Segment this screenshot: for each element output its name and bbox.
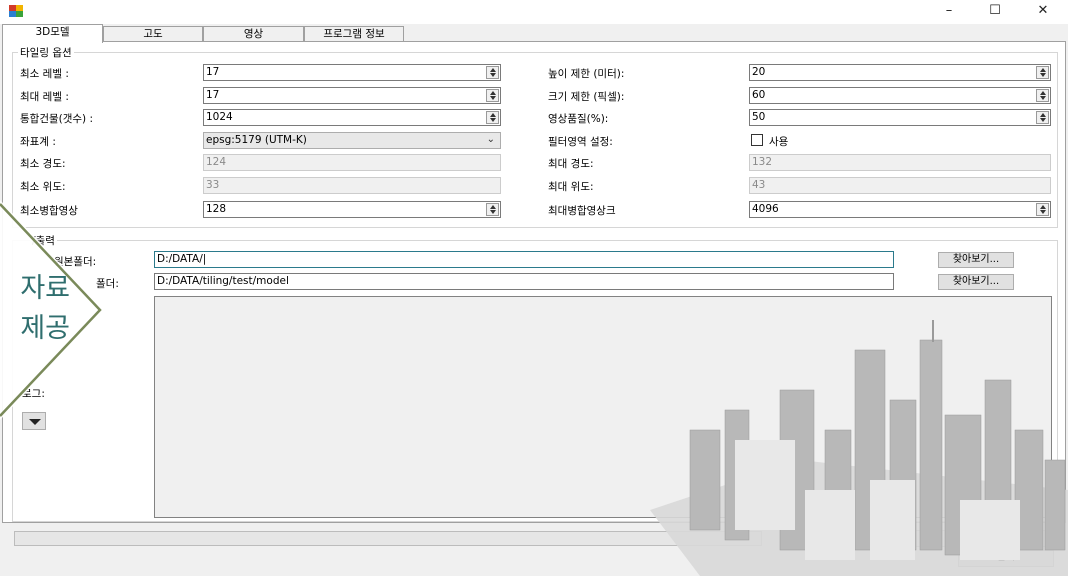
spinner-icon[interactable] (1036, 111, 1049, 124)
min-merge-image-field[interactable]: 128 (203, 201, 501, 218)
size-limit-label: 크기 제한 (픽셀): (548, 91, 625, 103)
min-lon-value: 124 (206, 156, 227, 168)
max-lon-field: 132 (749, 154, 1051, 171)
min-lon-label: 최소 경도: (20, 158, 66, 170)
min-lat-field: 33 (203, 177, 501, 194)
spinner-icon[interactable] (1036, 203, 1049, 216)
max-merge-image-label: 최대병합영상크 (548, 205, 616, 217)
max-lon-label: 최대 경도: (548, 158, 594, 170)
tab-image[interactable]: 영상 (203, 26, 304, 42)
max-lat-label: 최대 위도: (548, 181, 594, 193)
image-quality-field[interactable]: 50 (749, 109, 1051, 126)
image-quality-label: 영상품질(%): (548, 113, 609, 125)
minimize-button[interactable]: – (926, 0, 972, 24)
filter-area-checkbox[interactable] (751, 134, 763, 146)
max-merge-image-field[interactable]: 4096 (749, 201, 1051, 218)
height-limit-value: 20 (752, 66, 766, 78)
city-illustration (650, 320, 1068, 576)
max-merge-image-value: 4096 (752, 203, 779, 215)
source-folder-input[interactable]: D:/DATA/| (154, 251, 894, 268)
crs-dropdown[interactable]: epsg:5179 (UTM-K) ⌄ (203, 132, 501, 149)
max-level-value: 17 (206, 89, 220, 101)
min-lat-label: 최소 위도: (20, 181, 66, 193)
merge-buildings-field[interactable]: 1024 (203, 109, 501, 126)
output-folder-input[interactable]: D:/DATA/tiling/test/model (154, 273, 894, 290)
chevron-down-icon: ⌄ (486, 134, 495, 145)
tiling-options-title: 타일링 옵션 (18, 45, 74, 60)
min-level-field[interactable]: 17 (203, 64, 501, 81)
max-lat-field: 43 (749, 177, 1051, 194)
min-lat-value: 33 (206, 179, 220, 191)
max-lon-value: 132 (752, 156, 773, 168)
max-level-field[interactable]: 17 (203, 87, 501, 104)
min-lon-field: 124 (203, 154, 501, 171)
max-level-label: 최대 레벨 : (20, 91, 69, 103)
tab-3d-model[interactable]: 3D모델 (2, 24, 103, 43)
spinner-icon[interactable] (486, 66, 499, 79)
size-limit-value: 60 (752, 89, 766, 101)
tab-strip: 3D모델 고도 영상 프로그램 정보 (0, 24, 1068, 43)
app-icon (9, 5, 23, 17)
spinner-icon[interactable] (1036, 66, 1049, 79)
merge-buildings-value: 1024 (206, 111, 233, 123)
min-level-value: 17 (206, 66, 220, 78)
source-folder-value: D:/DATA/| (157, 253, 207, 265)
spinner-icon[interactable] (486, 89, 499, 102)
filter-area-label: 필터영역 설정: (548, 136, 613, 148)
tab-elevation[interactable]: 고도 (103, 26, 203, 42)
banner-line1: 자료 (20, 273, 70, 304)
close-button[interactable]: ✕ (1020, 0, 1066, 24)
height-limit-label: 높이 제한 (미터): (548, 68, 625, 80)
min-merge-image-value: 128 (206, 203, 227, 215)
spinner-icon[interactable] (486, 203, 499, 216)
merge-buildings-label: 통합건물(갯수) : (20, 113, 94, 125)
spinner-icon[interactable] (1036, 89, 1049, 102)
title-bar: – ☐ ✕ (0, 0, 1068, 24)
crs-label: 좌표계 : (20, 136, 56, 148)
max-lat-value: 43 (752, 179, 766, 191)
banner-line2: 제공 (20, 313, 70, 344)
browse-output-button[interactable]: 찾아보기... (938, 274, 1014, 290)
output-folder-value: D:/DATA/tiling/test/model (157, 275, 289, 287)
tab-program-info[interactable]: 프로그램 정보 (304, 26, 404, 42)
min-level-label: 최소 레벨 : (20, 68, 69, 80)
crs-value: epsg:5179 (UTM-K) (206, 134, 307, 146)
height-limit-field[interactable]: 20 (749, 64, 1051, 81)
spinner-icon[interactable] (486, 111, 499, 124)
size-limit-field[interactable]: 60 (749, 87, 1051, 104)
image-quality-value: 50 (752, 111, 766, 123)
filter-area-checkbox-label: 사용 (769, 136, 789, 148)
maximize-button[interactable]: ☐ (972, 0, 1018, 24)
browse-source-button[interactable]: 찾아보기... (938, 252, 1014, 268)
